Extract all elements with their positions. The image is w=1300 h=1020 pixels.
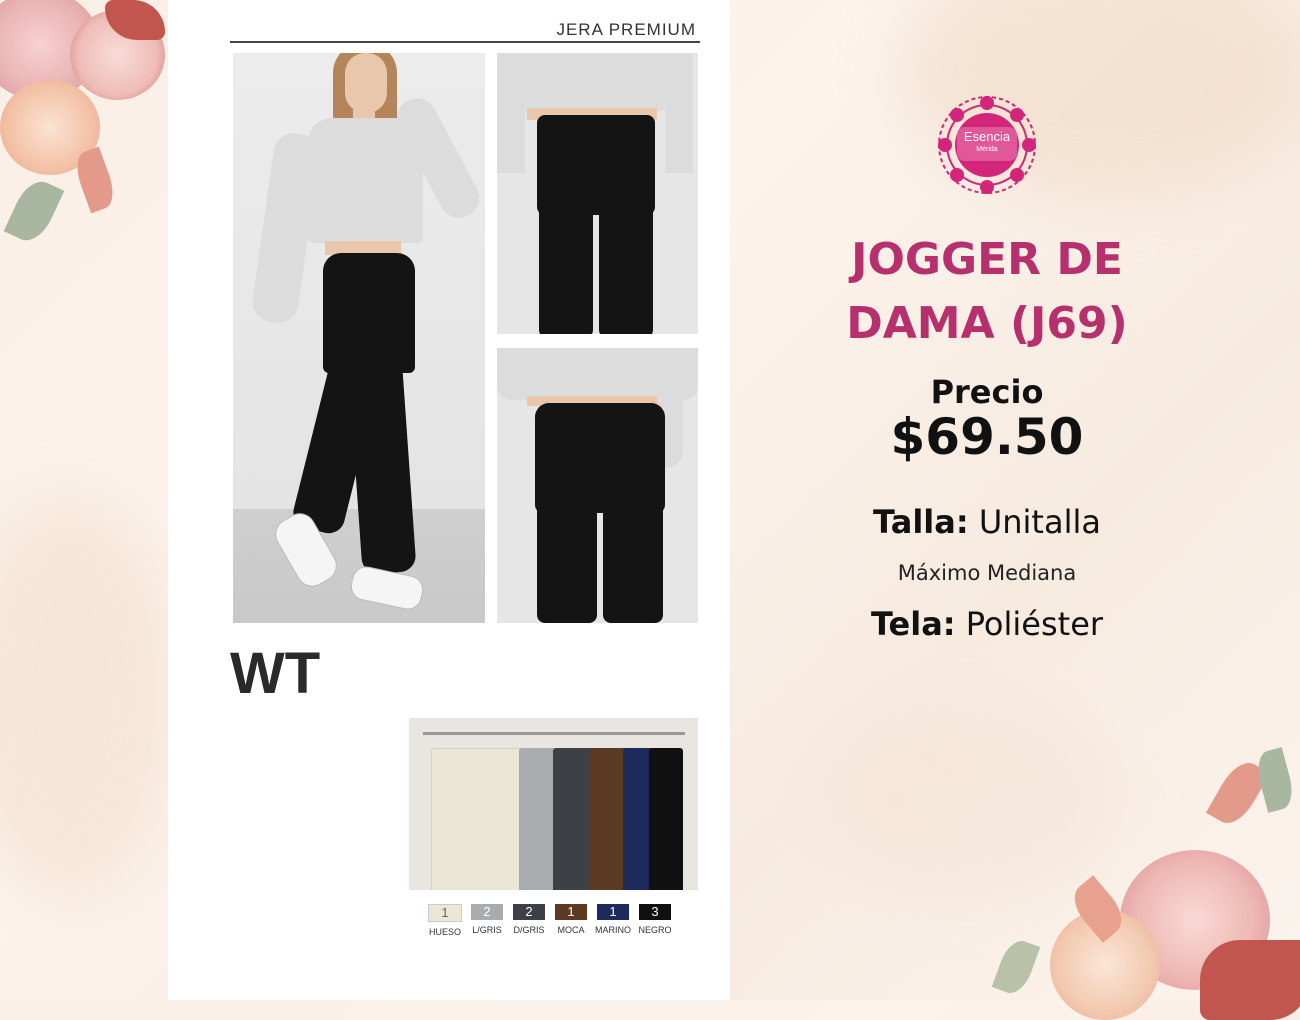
model-photo-main	[233, 53, 485, 623]
fabric-label: Tela:	[870, 605, 956, 643]
color-swatch: 3 NEGRO	[634, 904, 676, 935]
fabric-value: Poliéster	[965, 605, 1104, 643]
esencia-logo: Esencia Mérida	[935, 93, 1039, 197]
color-swatch: 2 L/GRIS	[466, 904, 508, 935]
color-swatch-number: 3	[639, 904, 671, 920]
product-title: JOGGER DE DAMA (J69)	[800, 228, 1174, 356]
size-label: Talla:	[873, 503, 969, 541]
catalog-divider	[230, 41, 700, 43]
color-swatch-name: L/GRIS	[472, 925, 502, 935]
color-swatch-number: 2	[471, 904, 503, 920]
price-label: Precio	[930, 373, 1044, 411]
background-wash	[0, 500, 180, 900]
color-swatch-number: 1	[555, 904, 587, 920]
color-variants-photo	[409, 718, 698, 890]
logo-name: Esencia	[963, 129, 1011, 144]
model-photo-back	[497, 348, 698, 623]
logo-subtitle: Mérida	[976, 146, 998, 153]
flower-decoration-top-left	[0, 0, 170, 260]
product-title-line1: JOGGER DE	[851, 234, 1123, 285]
mandala-icon	[938, 96, 1036, 194]
color-swatch-name: HUESO	[428, 927, 461, 937]
model-photo-front	[497, 53, 698, 334]
size-value: Unitalla	[978, 503, 1101, 541]
size-note: Máximo Mediana	[897, 561, 1077, 585]
fabric-spec: Tela: Poliéster	[800, 605, 1174, 643]
color-swatches: 1 HUESO 2 L/GRIS 2 D/GRIS 1 MOCA 1 MARINO 3 NEGRO	[424, 904, 694, 944]
color-swatch-number: 1	[428, 904, 462, 922]
color-swatch: 1 MARINO	[592, 904, 634, 935]
product-title-line2: DAMA (J69)	[846, 298, 1128, 349]
catalog-code: WT	[230, 641, 321, 706]
color-swatch: 2 D/GRIS	[508, 904, 550, 935]
catalog-image: JERA PREMIUM WT 1 HUESO 2 L/GRIS 2 D/GRI…	[168, 0, 730, 1000]
flower-decoration-bottom-right	[990, 740, 1300, 1020]
color-swatch-number: 1	[597, 904, 629, 920]
catalog-brand: JERA PREMIUM	[556, 20, 696, 39]
color-swatch: 1 MOCA	[550, 904, 592, 935]
color-swatch-name: NEGRO	[638, 925, 672, 935]
color-swatch-name: MOCA	[557, 925, 585, 935]
color-swatch-name: D/GRIS	[513, 925, 545, 935]
price-value: $69.50	[890, 408, 1084, 466]
color-swatch-number: 2	[513, 904, 545, 920]
color-swatch-name: MARINO	[595, 925, 631, 935]
color-swatch: 1 HUESO	[424, 904, 466, 937]
size-spec: Talla: Unitalla	[800, 503, 1174, 541]
